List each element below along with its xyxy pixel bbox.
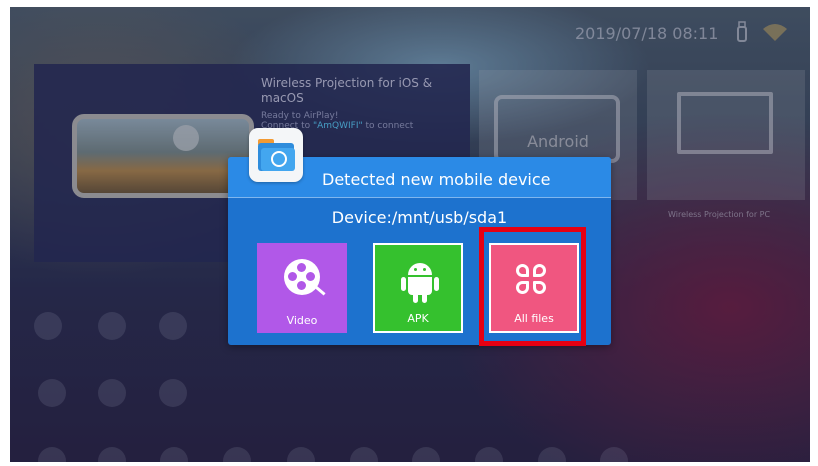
apk-label: APK [407, 312, 429, 325]
selection-highlight [479, 227, 586, 346]
file-manager-app-icon [249, 128, 303, 182]
dialog-title: Detected new mobile device [322, 170, 551, 189]
video-button[interactable]: Video [257, 243, 347, 333]
apk-button[interactable]: APK [373, 243, 463, 333]
video-label: Video [286, 314, 318, 327]
device-path: Device:/mnt/usb/sda1 [331, 208, 508, 227]
